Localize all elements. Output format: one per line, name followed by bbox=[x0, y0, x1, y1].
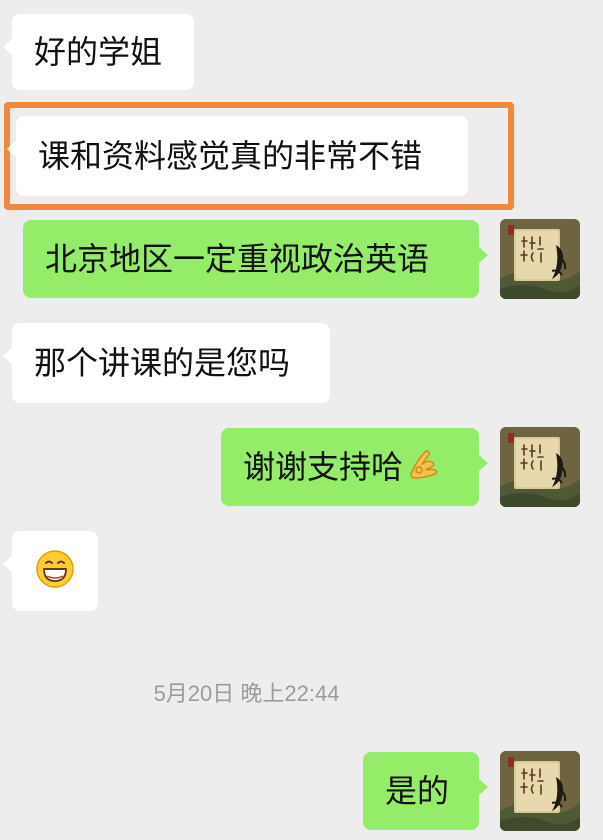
avatar[interactable] bbox=[500, 427, 580, 507]
ok-hand-emoji-icon bbox=[405, 448, 445, 487]
timestamp: 5月20日 晚上22:44 bbox=[153, 681, 340, 706]
message-bubble-incoming[interactable]: 好的学姐 bbox=[3, 14, 194, 90]
calligraphy-painting-avatar-icon bbox=[500, 427, 580, 507]
avatar[interactable] bbox=[500, 751, 580, 831]
message-text: 北京地区一定重视政治英语 bbox=[45, 240, 430, 278]
avatar[interactable] bbox=[500, 219, 580, 299]
chat-window: 好的学姐 课和资料感觉真的非常不错 北京地区一定重视政治英语 那个讲课的是您吗 … bbox=[0, 0, 603, 840]
message-bubble-outgoing[interactable]: 谢谢支持哈 bbox=[221, 428, 488, 506]
message-bubble-outgoing[interactable]: 北京地区一定重视政治英语 bbox=[23, 220, 488, 298]
message-bubble-incoming[interactable] bbox=[3, 531, 98, 611]
calligraphy-painting-avatar-icon bbox=[500, 751, 580, 831]
message-text: 是的 bbox=[385, 772, 450, 810]
message-bubble-incoming[interactable]: 课和资料感觉真的非常不错 bbox=[7, 116, 468, 196]
message-text: 谢谢支持哈 bbox=[243, 448, 404, 486]
message-bubble-incoming[interactable]: 那个讲课的是您吗 bbox=[3, 323, 330, 403]
message-text: 好的学姐 bbox=[34, 33, 163, 71]
grinning-face-emoji-icon bbox=[35, 549, 75, 594]
message-text: 课和资料感觉真的非常不错 bbox=[38, 137, 423, 175]
message-bubble-outgoing[interactable]: 是的 bbox=[363, 752, 488, 830]
calligraphy-painting-avatar-icon bbox=[500, 219, 580, 299]
message-text: 那个讲课的是您吗 bbox=[34, 344, 291, 382]
